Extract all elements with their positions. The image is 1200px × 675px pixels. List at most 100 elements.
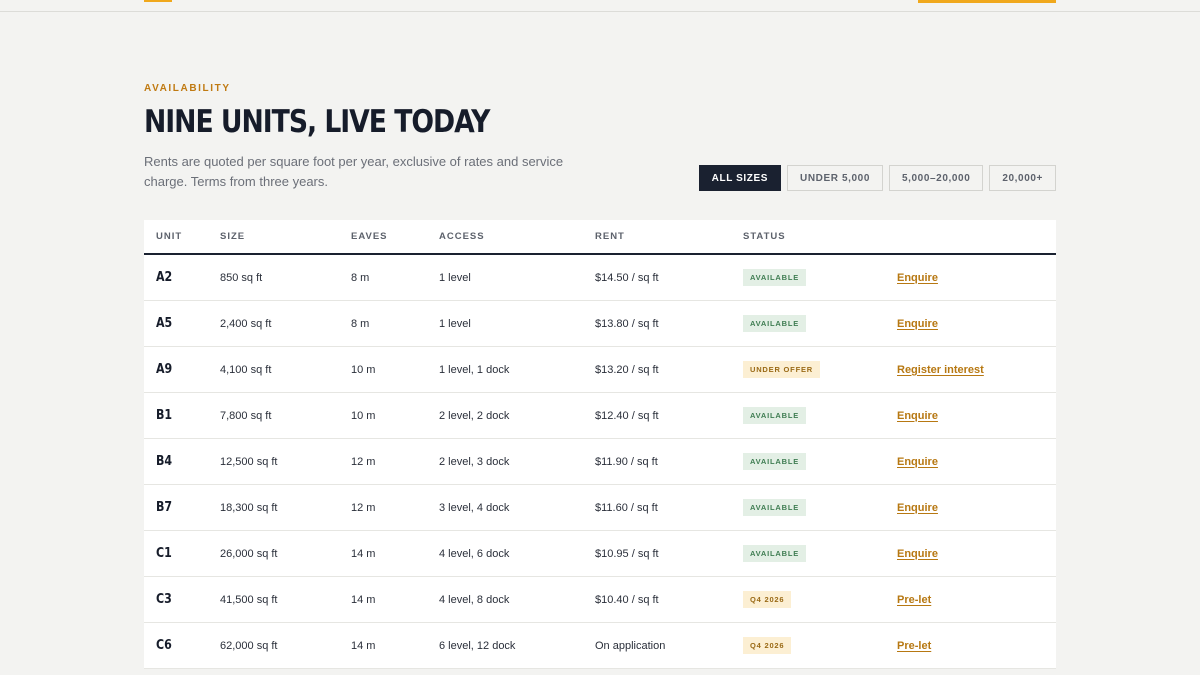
unit-id: C6 [156, 638, 172, 653]
unit-id: A9 [156, 362, 173, 377]
table-row: B4 12,500 sq ft 12 m 2 level, 3 dock $11.90 … [144, 439, 1056, 485]
header-rent: RENT [595, 231, 625, 242]
status-badge: Q4 2026 [743, 637, 792, 654]
status-badge: AVAILABLE [743, 453, 807, 470]
size-cell: 62,000 sq ft [220, 639, 278, 652]
size-filter-group: ALL SIZES UNDER 5,000 5,000–20,000 20,00… [698, 165, 1056, 191]
table-row: C3 41,500 sq ft 14 m 4 level, 8 dock $10.40 … [144, 577, 1056, 623]
action-cell: Enquire [897, 502, 1056, 514]
size-cell: 12,500 sq ft [220, 455, 278, 468]
status-cell: AVAILABLE [743, 453, 897, 470]
unit-cell: A2 [144, 270, 220, 285]
status-badge: AVAILABLE [743, 315, 807, 332]
eaves-cell: 14 m [351, 639, 376, 652]
eaves-cell: 14 m [351, 547, 376, 560]
unit-id: C3 [156, 592, 172, 607]
status-cell: Q4 2026 [743, 591, 897, 608]
filter-all-sizes[interactable]: ALL SIZES [698, 165, 782, 191]
rent-cell: $13.20 / sq ft [595, 363, 659, 376]
filter-5000-20000[interactable]: 5,000–20,000 [888, 165, 984, 191]
status-badge: Q4 2026 [743, 591, 792, 608]
size-cell: 26,000 sq ft [220, 547, 278, 560]
eaves-cell: 14 m [351, 593, 376, 606]
header-unit: UNIT [156, 231, 183, 242]
header-status: STATUS [743, 231, 786, 242]
top-nav-bar [0, 0, 1200, 12]
table-row: C6 62,000 sq ft 14 m 6 level, 12 dock On app… [144, 623, 1056, 669]
rent-cell: $10.95 / sq ft [595, 547, 659, 560]
access-cell: 4 level, 8 dock [439, 593, 510, 606]
row-action-link[interactable]: Pre-let [897, 640, 931, 652]
row-action-link[interactable]: Register interest [897, 364, 984, 376]
table-row: A2 850 sq ft 8 m 1 level $14.50 / sq ft AVAIL… [144, 255, 1056, 301]
access-cell: 2 level, 3 dock [439, 455, 510, 468]
row-action-link[interactable]: Enquire [897, 318, 938, 330]
unit-cell: C3 [144, 592, 220, 607]
unit-cell: B1 [144, 408, 220, 423]
eaves-cell: 8 m [351, 271, 370, 284]
action-cell: Enquire [897, 548, 1056, 560]
table-row: A5 2,400 sq ft 8 m 1 level $13.80 / sq ft AVA… [144, 301, 1056, 347]
row-action-link[interactable]: Enquire [897, 272, 938, 284]
access-cell: 1 level [439, 317, 471, 330]
access-cell: 1 level, 1 dock [439, 363, 510, 376]
unit-cell: A9 [144, 362, 220, 377]
table-header: UNIT SIZE EAVES ACCESS RENT STATUS [144, 220, 1056, 255]
status-cell: AVAILABLE [743, 407, 897, 424]
unit-cell: B7 [144, 500, 220, 515]
action-cell: Enquire [897, 272, 1056, 284]
eaves-cell: 12 m [351, 455, 376, 468]
unit-id: B7 [156, 500, 173, 515]
filter-20000-plus[interactable]: 20,000+ [989, 165, 1056, 191]
eaves-cell: 10 m [351, 409, 376, 422]
row-action-link[interactable]: Pre-let [897, 594, 931, 606]
header-eaves: EAVES [351, 231, 388, 242]
logo-accent[interactable] [144, 0, 172, 2]
eaves-cell: 10 m [351, 363, 376, 376]
eaves-cell: 12 m [351, 501, 376, 514]
filter-under-5000[interactable]: UNDER 5,000 [787, 165, 883, 191]
nav-cta-button[interactable] [918, 0, 1056, 3]
status-cell: UNDER OFFER [743, 361, 897, 378]
action-cell: Enquire [897, 318, 1056, 330]
table-row: A9 4,100 sq ft 10 m 1 level, 1 dock $13.20 /… [144, 347, 1056, 393]
action-cell: Pre-let [897, 640, 1056, 652]
access-cell: 2 level, 2 dock [439, 409, 510, 422]
row-action-link[interactable]: Enquire [897, 502, 938, 514]
table-row: B1 7,800 sq ft 10 m 2 level, 2 dock $12.40 /… [144, 393, 1056, 439]
size-cell: 18,300 sq ft [220, 501, 278, 514]
section-subtitle: Rents are quoted per square foot per yea… [144, 154, 564, 189]
access-cell: 4 level, 6 dock [439, 547, 510, 560]
row-action-link[interactable]: Enquire [897, 456, 938, 468]
size-cell: 7,800 sq ft [220, 409, 272, 422]
header-size: SIZE [220, 231, 246, 242]
row-action-link[interactable]: Enquire [897, 410, 938, 422]
unit-id: C1 [156, 546, 172, 561]
section-eyebrow: AVAILABILITY [144, 83, 231, 94]
status-cell: AVAILABLE [743, 545, 897, 562]
eaves-cell: 8 m [351, 317, 370, 330]
rent-cell: $14.50 / sq ft [595, 271, 659, 284]
status-badge: AVAILABLE [743, 545, 807, 562]
action-cell: Enquire [897, 410, 1056, 422]
size-cell: 41,500 sq ft [220, 593, 278, 606]
unit-id: A2 [156, 270, 173, 285]
access-cell: 1 level [439, 271, 471, 284]
action-cell: Register interest [897, 364, 1056, 376]
unit-cell: C1 [144, 546, 220, 561]
rent-cell: $13.80 / sq ft [595, 317, 659, 330]
size-cell: 2,400 sq ft [220, 317, 272, 330]
rent-cell: $11.90 / sq ft [595, 455, 658, 468]
table-row: B7 18,300 sq ft 12 m 3 level, 4 dock $11.60 … [144, 485, 1056, 531]
size-cell: 4,100 sq ft [220, 363, 272, 376]
row-action-link[interactable]: Enquire [897, 548, 938, 560]
unit-id: A5 [156, 316, 173, 331]
action-cell: Pre-let [897, 594, 1056, 606]
size-cell: 850 sq ft [220, 271, 263, 284]
status-cell: AVAILABLE [743, 499, 897, 516]
action-cell: Enquire [897, 456, 1056, 468]
status-badge: AVAILABLE [743, 499, 807, 516]
rent-cell: $10.40 / sq ft [595, 593, 659, 606]
status-cell: AVAILABLE [743, 269, 897, 286]
unit-cell: A5 [144, 316, 220, 331]
